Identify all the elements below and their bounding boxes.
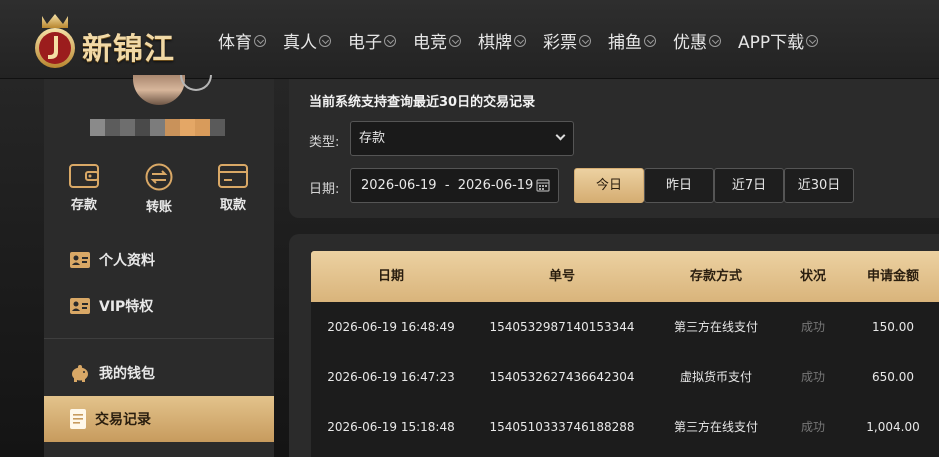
cell-order-no: 1540532987140153344 <box>489 320 635 334</box>
type-select[interactable]: 存款 <box>350 121 574 156</box>
date-label: 日期: <box>309 182 340 197</box>
cell-status: 成功 <box>800 420 825 434</box>
transactions-table: 日期 单号 存款方式 状况 申请金额 2026-06-19 16:48:49 1… <box>311 251 939 457</box>
main-nav: 体育 真人 电子 电竞 棋牌 彩票 捕鱼 优惠 APP下载 <box>218 28 835 53</box>
sidebar-item-label: 交易记录 <box>95 412 151 428</box>
sidebar-item-transactions[interactable]: 交易记录 <box>44 396 274 442</box>
card-icon <box>218 164 248 188</box>
sidebar-item-label: VIP特权 <box>99 299 154 315</box>
yesterday-button[interactable]: 昨日 <box>644 168 714 203</box>
chevron-down-icon <box>384 34 396 47</box>
nav-promotions[interactable]: 优惠 <box>673 28 721 53</box>
sidebar-divider <box>44 338 274 339</box>
nav-card-games[interactable]: 棋牌 <box>478 28 526 53</box>
chevron-down-icon <box>449 34 461 47</box>
nav-live-casino[interactable]: 真人 <box>283 28 331 53</box>
logo-emblem-icon <box>35 14 75 68</box>
nav-label: 电竞 <box>413 33 447 53</box>
nav-label: APP下载 <box>738 33 805 53</box>
query-hint: 当前系统支持查询最近30日的交易记录 <box>309 95 536 110</box>
cell-method: 第三方在线支付 <box>673 320 758 334</box>
nav-esports[interactable]: 电竞 <box>413 28 461 53</box>
chevron-down-icon <box>254 34 266 47</box>
nav-label: 彩票 <box>543 33 577 53</box>
sidebar-item-vip[interactable]: VIP特权 <box>44 283 274 329</box>
deposit-label: 存款 <box>70 198 97 213</box>
filter-panel: 当前系统支持查询最近30日的交易记录 类型: 存款 日期: 2026-06-19… <box>289 79 939 218</box>
cell-status: 成功 <box>800 320 825 334</box>
cell-order-no: 1540510333746188288 <box>489 420 635 434</box>
today-button[interactable]: 今日 <box>574 168 644 203</box>
nav-label: 体育 <box>218 33 252 53</box>
last-7-days-button[interactable]: 近7日 <box>714 168 784 203</box>
last-30-days-button[interactable]: 近30日 <box>784 168 854 203</box>
col-amount: 申请金额 <box>866 269 919 284</box>
cell-method: 虚拟货币支付 <box>679 370 752 384</box>
nav-sports[interactable]: 体育 <box>218 28 266 53</box>
avatar-frame <box>180 75 212 91</box>
col-order-no: 单号 <box>548 269 575 284</box>
cell-date: 2026-06-19 16:47:23 <box>327 370 455 384</box>
table-row: 2026-06-19 15:18:48 1540510333746188288 … <box>311 402 939 452</box>
nav-label: 棋牌 <box>478 33 512 53</box>
nav-app-download[interactable]: APP下载 <box>738 28 819 53</box>
account-sidebar: 存款 转账 取款 个人资料 VIP特权 我的钱包 交易记录 <box>44 75 274 457</box>
sidebar-item-wallet[interactable]: 我的钱包 <box>44 350 274 396</box>
logo-text: 新锦江 <box>82 32 175 67</box>
nav-label: 捕鱼 <box>608 33 642 53</box>
table-row: 2026-06-19 16:47:23 1540532627436642304 … <box>311 352 939 402</box>
cell-method: 第三方在线支付 <box>673 420 758 434</box>
chevron-down-icon <box>579 34 591 47</box>
withdraw-button[interactable]: 取款 <box>203 163 263 213</box>
cell-amount: 150.00 <box>872 320 914 334</box>
site-logo[interactable]: 新锦江 <box>30 10 190 70</box>
chevron-down-icon <box>514 34 526 47</box>
top-header: 新锦江 体育 真人 电子 电竞 棋牌 彩票 捕鱼 优惠 APP下载 <box>0 0 939 79</box>
nav-label: 电子 <box>348 33 382 53</box>
cell-amount: 1,004.00 <box>866 420 920 434</box>
deposit-button[interactable]: 存款 <box>54 163 114 213</box>
withdraw-label: 取款 <box>219 198 246 213</box>
transfer-label: 转账 <box>145 200 172 215</box>
username-blurred <box>90 119 225 136</box>
nav-label: 真人 <box>283 33 317 53</box>
id-card-icon <box>70 252 90 268</box>
date-range-value: 2026-06-19 - 2026-06-19 <box>361 178 534 193</box>
col-method: 存款方式 <box>689 269 742 284</box>
col-status: 状况 <box>799 269 826 284</box>
wallet-icon <box>69 164 99 188</box>
nav-lottery[interactable]: 彩票 <box>543 28 591 53</box>
nav-slots[interactable]: 电子 <box>348 28 396 53</box>
chevron-down-icon <box>709 34 721 47</box>
chevron-down-icon <box>644 34 656 47</box>
cell-status: 成功 <box>800 370 825 384</box>
chevron-down-icon <box>806 34 819 47</box>
transfer-button[interactable]: 转账 <box>129 163 189 215</box>
cell-order-no: 1540532627436642304 <box>489 370 635 384</box>
piggy-bank-icon <box>72 365 88 382</box>
table-row: 2026-06-19 16:48:49 1540532987140153344 … <box>311 302 939 352</box>
table-header: 日期 单号 存款方式 状况 申请金额 <box>311 251 939 302</box>
cell-date: 2026-06-19 15:18:48 <box>327 420 455 434</box>
avatar[interactable] <box>133 75 185 105</box>
col-date: 日期 <box>377 269 404 284</box>
nav-label: 优惠 <box>673 33 707 53</box>
type-label: 类型: <box>309 135 340 150</box>
sidebar-item-profile[interactable]: 个人资料 <box>44 237 274 283</box>
cell-date: 2026-06-19 16:48:49 <box>327 320 455 334</box>
chevron-down-icon <box>555 130 566 141</box>
sidebar-item-label: 个人资料 <box>99 253 155 269</box>
cell-amount: 650.00 <box>872 370 914 384</box>
transfer-icon <box>145 163 173 191</box>
date-range-input[interactable]: 2026-06-19 - 2026-06-19 <box>350 168 559 203</box>
quick-actions: 存款 转账 取款 <box>44 163 274 219</box>
records-panel: 日期 单号 存款方式 状况 申请金额 2026-06-19 16:48:49 1… <box>289 234 939 457</box>
chevron-down-icon <box>319 34 331 47</box>
nav-fishing[interactable]: 捕鱼 <box>608 28 656 53</box>
sidebar-item-label: 我的钱包 <box>99 366 155 382</box>
calendar-icon <box>536 179 550 192</box>
vip-card-icon <box>70 298 90 314</box>
type-select-value: 存款 <box>359 131 386 146</box>
document-icon <box>70 409 86 429</box>
